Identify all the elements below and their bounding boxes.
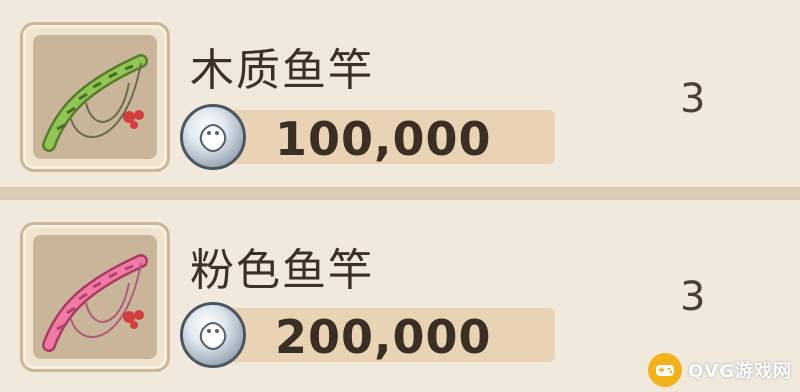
watermark-text: QVG游戏网 <box>688 361 793 382</box>
item-quantity: 3 <box>680 76 706 122</box>
item-icon-frame <box>20 22 170 172</box>
item-price: 100,000 <box>275 112 492 166</box>
item-price: 200,000 <box>275 310 492 364</box>
item-name: 木质鱼竿 <box>190 45 374 96</box>
gamepad-icon <box>648 353 682 387</box>
wooden-fishing-rod-icon <box>42 54 148 152</box>
pink-fishing-rod-icon <box>42 254 148 352</box>
item-name: 粉色鱼竿 <box>190 245 374 296</box>
item-quantity: 3 <box>680 274 706 320</box>
price-bar: 100,000 <box>205 110 555 166</box>
price-bar: 200,000 <box>205 308 555 364</box>
silver-coin-icon <box>180 104 246 170</box>
item-icon-frame <box>20 222 170 372</box>
shop-item-row[interactable]: 木质鱼竿 100,000 3 <box>0 0 800 190</box>
silver-coin-icon <box>180 302 246 368</box>
watermark: QVG游戏网 <box>648 348 800 392</box>
